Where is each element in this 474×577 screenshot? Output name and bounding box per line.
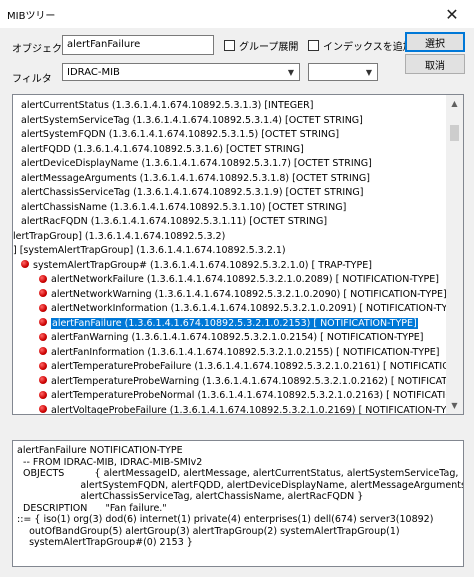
group-expand-checkbox[interactable]: グループ展開 bbox=[224, 38, 298, 53]
tree-item-label: alertSystemServiceTag (1.3.6.1.4.1.674.1… bbox=[21, 114, 363, 126]
tree-item-label: alertTemperatureProbeWarning (1.3.6.1.4.… bbox=[51, 375, 464, 387]
add-index-label: インデックスを追加 bbox=[323, 42, 413, 53]
cancel-button[interactable]: 取消 bbox=[405, 54, 465, 74]
scroll-up-icon[interactable]: ▲ bbox=[446, 95, 463, 112]
tree-node[interactable]: alertTemperatureProbeNormal (1.3.6.1.4.1… bbox=[39, 389, 464, 403]
tree-item-label: alertFanFailure (1.3.6.1.4.1.674.10892.5… bbox=[50, 316, 419, 330]
scroll-down-icon[interactable]: ▼ bbox=[446, 397, 463, 414]
tree-item-label: alertTemperatureProbeNormal (1.3.6.1.4.1… bbox=[51, 390, 464, 401]
tree-item-label: alertNetworkWarning (1.3.6.1.4.1.674.108… bbox=[51, 288, 447, 300]
tree-item-label: lertTrapGroup] (1.3.6.1.4.1.674.10892.5.… bbox=[13, 230, 226, 242]
checkbox-box[interactable] bbox=[308, 40, 319, 51]
tree-item[interactable]: alertRacFQDN (1.3.6.1.4.1.674.10892.5.3.… bbox=[21, 215, 327, 229]
tree-item[interactable]: alertSystemServiceTag (1.3.6.1.4.1.674.1… bbox=[21, 114, 363, 128]
tree-item[interactable]: alertChassisServiceTag (1.3.6.1.4.1.674.… bbox=[21, 186, 363, 200]
filter-select[interactable]: IDRAC-MIB ▼ bbox=[62, 63, 300, 81]
scroll-thumb[interactable] bbox=[450, 125, 459, 141]
select-button[interactable]: 選択 bbox=[405, 32, 465, 52]
red-ball-icon bbox=[39, 289, 47, 297]
tree-item-label: alertChassisServiceTag (1.3.6.1.4.1.674.… bbox=[21, 187, 364, 198]
chevron-down-icon[interactable]: ▼ bbox=[283, 64, 299, 80]
tree-node[interactable]: alertNetworkWarning (1.3.6.1.4.1.674.108… bbox=[39, 288, 447, 302]
close-icon[interactable]: ✕ bbox=[430, 0, 474, 28]
tree-item[interactable]: alertChassisName (1.3.6.1.4.1.674.10892.… bbox=[21, 201, 346, 215]
tree-item[interactable]: alertCurrentStatus (1.3.6.1.4.1.674.1089… bbox=[21, 99, 313, 113]
tree-item-label: alertNetworkFailure (1.3.6.1.4.1.674.108… bbox=[51, 274, 439, 285]
group-expand-label: グループ展開 bbox=[239, 42, 299, 53]
tree-node[interactable]: alertTemperatureProbeFailure (1.3.6.1.4.… bbox=[39, 360, 464, 374]
window-title: MIBツリー bbox=[7, 11, 56, 22]
filter-label: フィルタ bbox=[12, 74, 52, 85]
filter-select-value: IDRAC-MIB bbox=[67, 67, 120, 78]
red-ball-icon bbox=[39, 361, 47, 370]
red-ball-icon bbox=[39, 303, 47, 312]
tree-item-label: alertRacFQDN (1.3.6.1.4.1.674.10892.5.3.… bbox=[21, 216, 328, 227]
tree-item-label: alertCurrentStatus (1.3.6.1.4.1.674.1089… bbox=[21, 100, 314, 111]
tree-node[interactable]: alertNetworkInformation (1.3.6.1.4.1.674… bbox=[39, 302, 463, 316]
red-ball-icon bbox=[39, 376, 47, 384]
red-ball-icon bbox=[39, 332, 47, 341]
tree-item-label: ] [systemAlertTrapGroup] (1.3.6.1.4.1.67… bbox=[13, 245, 286, 256]
tree-node[interactable]: alertFanFailure (1.3.6.1.4.1.674.10892.5… bbox=[39, 316, 419, 331]
red-ball-icon bbox=[39, 347, 47, 355]
tree-node[interactable]: alertTemperatureProbeWarning (1.3.6.1.4.… bbox=[39, 375, 464, 389]
detail-panel: alertFanFailure NOTIFICATION-TYPE -- FRO… bbox=[12, 440, 464, 567]
tree-item[interactable]: lertTrapGroup] (1.3.6.1.4.1.674.10892.5.… bbox=[13, 230, 225, 244]
detail-text: alertFanFailure NOTIFICATION-TYPE -- FRO… bbox=[17, 445, 464, 548]
tree-item[interactable]: alertFQDD (1.3.6.1.4.1.674.10892.5.3.1.6… bbox=[21, 143, 304, 157]
tree-item-label: alertVoltageProbeFailure (1.3.6.1.4.1.67… bbox=[51, 404, 462, 415]
tree-item-label: alertMessageArguments (1.3.6.1.4.1.674.1… bbox=[21, 172, 370, 184]
red-ball-icon bbox=[21, 260, 29, 268]
tree-item[interactable]: alertMessageArguments (1.3.6.1.4.1.674.1… bbox=[21, 172, 370, 186]
tree-node[interactable]: alertFanWarning (1.3.6.1.4.1.674.10892.5… bbox=[39, 331, 424, 345]
add-index-checkbox[interactable]: インデックスを追加 bbox=[308, 38, 413, 53]
tree-scrollbar[interactable]: ▲ ▼ bbox=[446, 95, 463, 414]
chevron-down-icon[interactable]: ▼ bbox=[361, 64, 377, 80]
tree-node[interactable]: alertFanInformation (1.3.6.1.4.1.674.108… bbox=[39, 346, 439, 360]
tree-node[interactable]: alertVoltageProbeFailure (1.3.6.1.4.1.67… bbox=[39, 404, 462, 415]
tree-item-label: alertSystemFQDN (1.3.6.1.4.1.674.10892.5… bbox=[21, 129, 340, 140]
tree-item-label: alertChassisName (1.3.6.1.4.1.674.10892.… bbox=[21, 201, 347, 213]
tree-item-label: alertTemperatureProbeFailure (1.3.6.1.4.… bbox=[51, 361, 464, 372]
tree-item[interactable]: alertSystemFQDN (1.3.6.1.4.1.674.10892.5… bbox=[21, 128, 339, 142]
tree-node[interactable]: systemAlertTrapGroup# (1.3.6.1.4.1.674.1… bbox=[21, 259, 372, 273]
tree-item-label: alertDeviceDisplayName (1.3.6.1.4.1.674.… bbox=[21, 158, 372, 169]
tree-node[interactable]: alertNetworkFailure (1.3.6.1.4.1.674.108… bbox=[39, 273, 439, 287]
filter2-select[interactable]: ▼ bbox=[308, 63, 378, 81]
tree-item-label: alertFanInformation (1.3.6.1.4.1.674.108… bbox=[51, 346, 440, 358]
tree-item-label: systemAlertTrapGroup# (1.3.6.1.4.1.674.1… bbox=[33, 259, 372, 271]
red-ball-icon bbox=[39, 318, 47, 326]
checkbox-box[interactable] bbox=[224, 40, 235, 51]
object-input[interactable]: alertFanFailure bbox=[62, 35, 214, 55]
red-ball-icon bbox=[39, 390, 47, 399]
mib-tree[interactable]: alertVoltageProbeFailure (1.3.6.1.4.1.67… bbox=[12, 94, 464, 415]
tree-item[interactable]: ] [systemAlertTrapGroup] (1.3.6.1.4.1.67… bbox=[13, 244, 286, 258]
tree-item[interactable]: alertDeviceDisplayName (1.3.6.1.4.1.674.… bbox=[21, 157, 372, 171]
red-ball-icon bbox=[39, 405, 47, 413]
red-ball-icon bbox=[39, 274, 47, 283]
tree-item-label: alertFanWarning (1.3.6.1.4.1.674.10892.5… bbox=[51, 332, 424, 343]
title-bar: MIBツリー ✕ bbox=[0, 0, 474, 28]
tree-item-label: alertFQDD (1.3.6.1.4.1.674.10892.5.3.1.6… bbox=[21, 143, 304, 155]
tree-item-label: alertNetworkInformation (1.3.6.1.4.1.674… bbox=[51, 303, 463, 314]
